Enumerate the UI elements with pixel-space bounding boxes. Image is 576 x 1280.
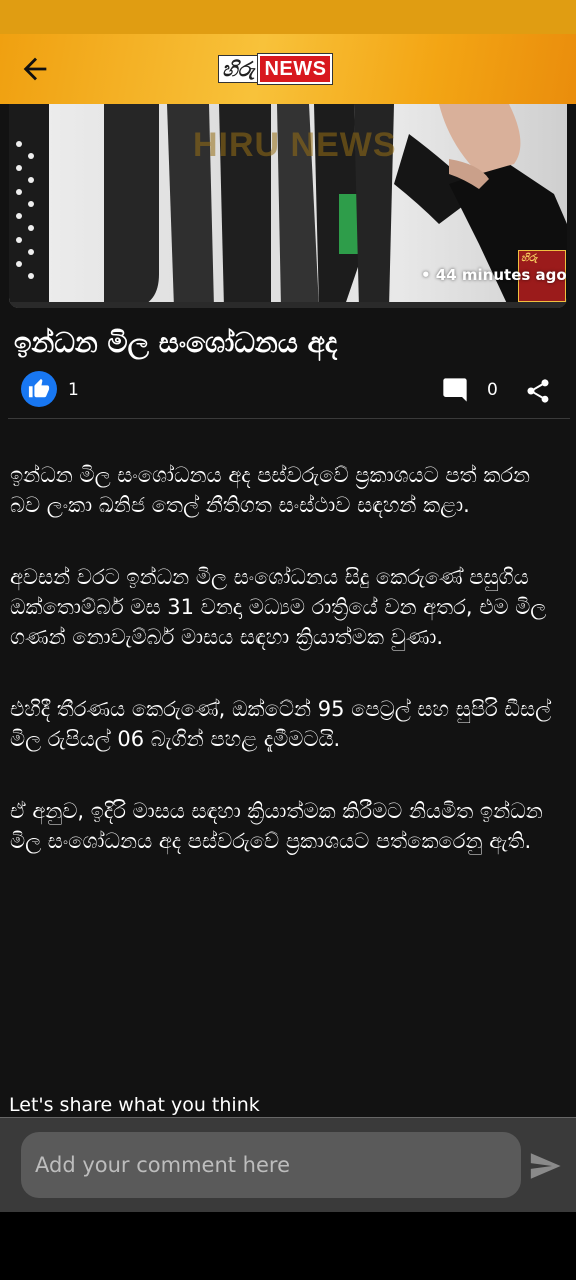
hiru-news-watermark: HIRU NEWS <box>193 126 397 164</box>
thumbs-up-icon <box>28 378 50 398</box>
comment-icon <box>443 378 467 402</box>
published-time: • 44 minutes ago <box>421 266 567 284</box>
share-button[interactable] <box>524 376 552 406</box>
send-icon <box>530 1153 561 1179</box>
back-button[interactable] <box>18 52 52 86</box>
article-paragraph: අවසන් වරට ඉන්ධන මිල සංශෝධනය සිදු කෙරුණේ … <box>10 565 547 649</box>
app-header: හිරු NEWS <box>0 34 576 104</box>
system-nav-bar <box>0 1212 576 1280</box>
comment-button[interactable] <box>440 376 470 404</box>
like-count: 1 <box>68 380 79 400</box>
divider <box>8 418 570 419</box>
share-icon <box>527 379 549 403</box>
logo-hiru-text: හිරු <box>218 55 259 83</box>
hiru-news-logo: හිරු NEWS <box>218 54 333 84</box>
back-arrow-icon <box>23 57 47 81</box>
article-hero-image: HIRU NEWS හිරු • 44 minutes ago <box>9 104 567 308</box>
status-bar <box>0 0 576 34</box>
comment-bar <box>0 1117 576 1213</box>
article-paragraph: එහිදී තීරණය කෙරුණේ, ඔක්ටේන් 95 පෙට්‍රල් … <box>10 697 552 751</box>
comment-prompt: Let's share what you think <box>9 1094 260 1116</box>
article-page: HIRU NEWS හිරු • 44 minutes ago ඉන්ධන මි… <box>0 104 576 1213</box>
article-body: ඉන්ධන මිල සංශෝධනය අද පස්වරුවේ ප්‍රකාශයට … <box>10 460 566 898</box>
comment-count: 0 <box>487 380 498 400</box>
article-title: ඉන්ධන මිල සංශෝධනය අද <box>14 326 338 359</box>
send-button[interactable] <box>528 1149 562 1183</box>
like-button[interactable] <box>21 371 57 407</box>
comment-input[interactable] <box>21 1132 521 1198</box>
article-paragraph: ඉන්ධන මිල සංශෝධනය අද පස්වරුවේ ප්‍රකාශයට … <box>10 463 531 517</box>
logo-news-text: NEWS <box>258 54 333 84</box>
article-paragraph: ඒ අනුව, ඉදිරි මාසය සඳහා ක්‍රියාත්මක කිරී… <box>10 799 543 853</box>
